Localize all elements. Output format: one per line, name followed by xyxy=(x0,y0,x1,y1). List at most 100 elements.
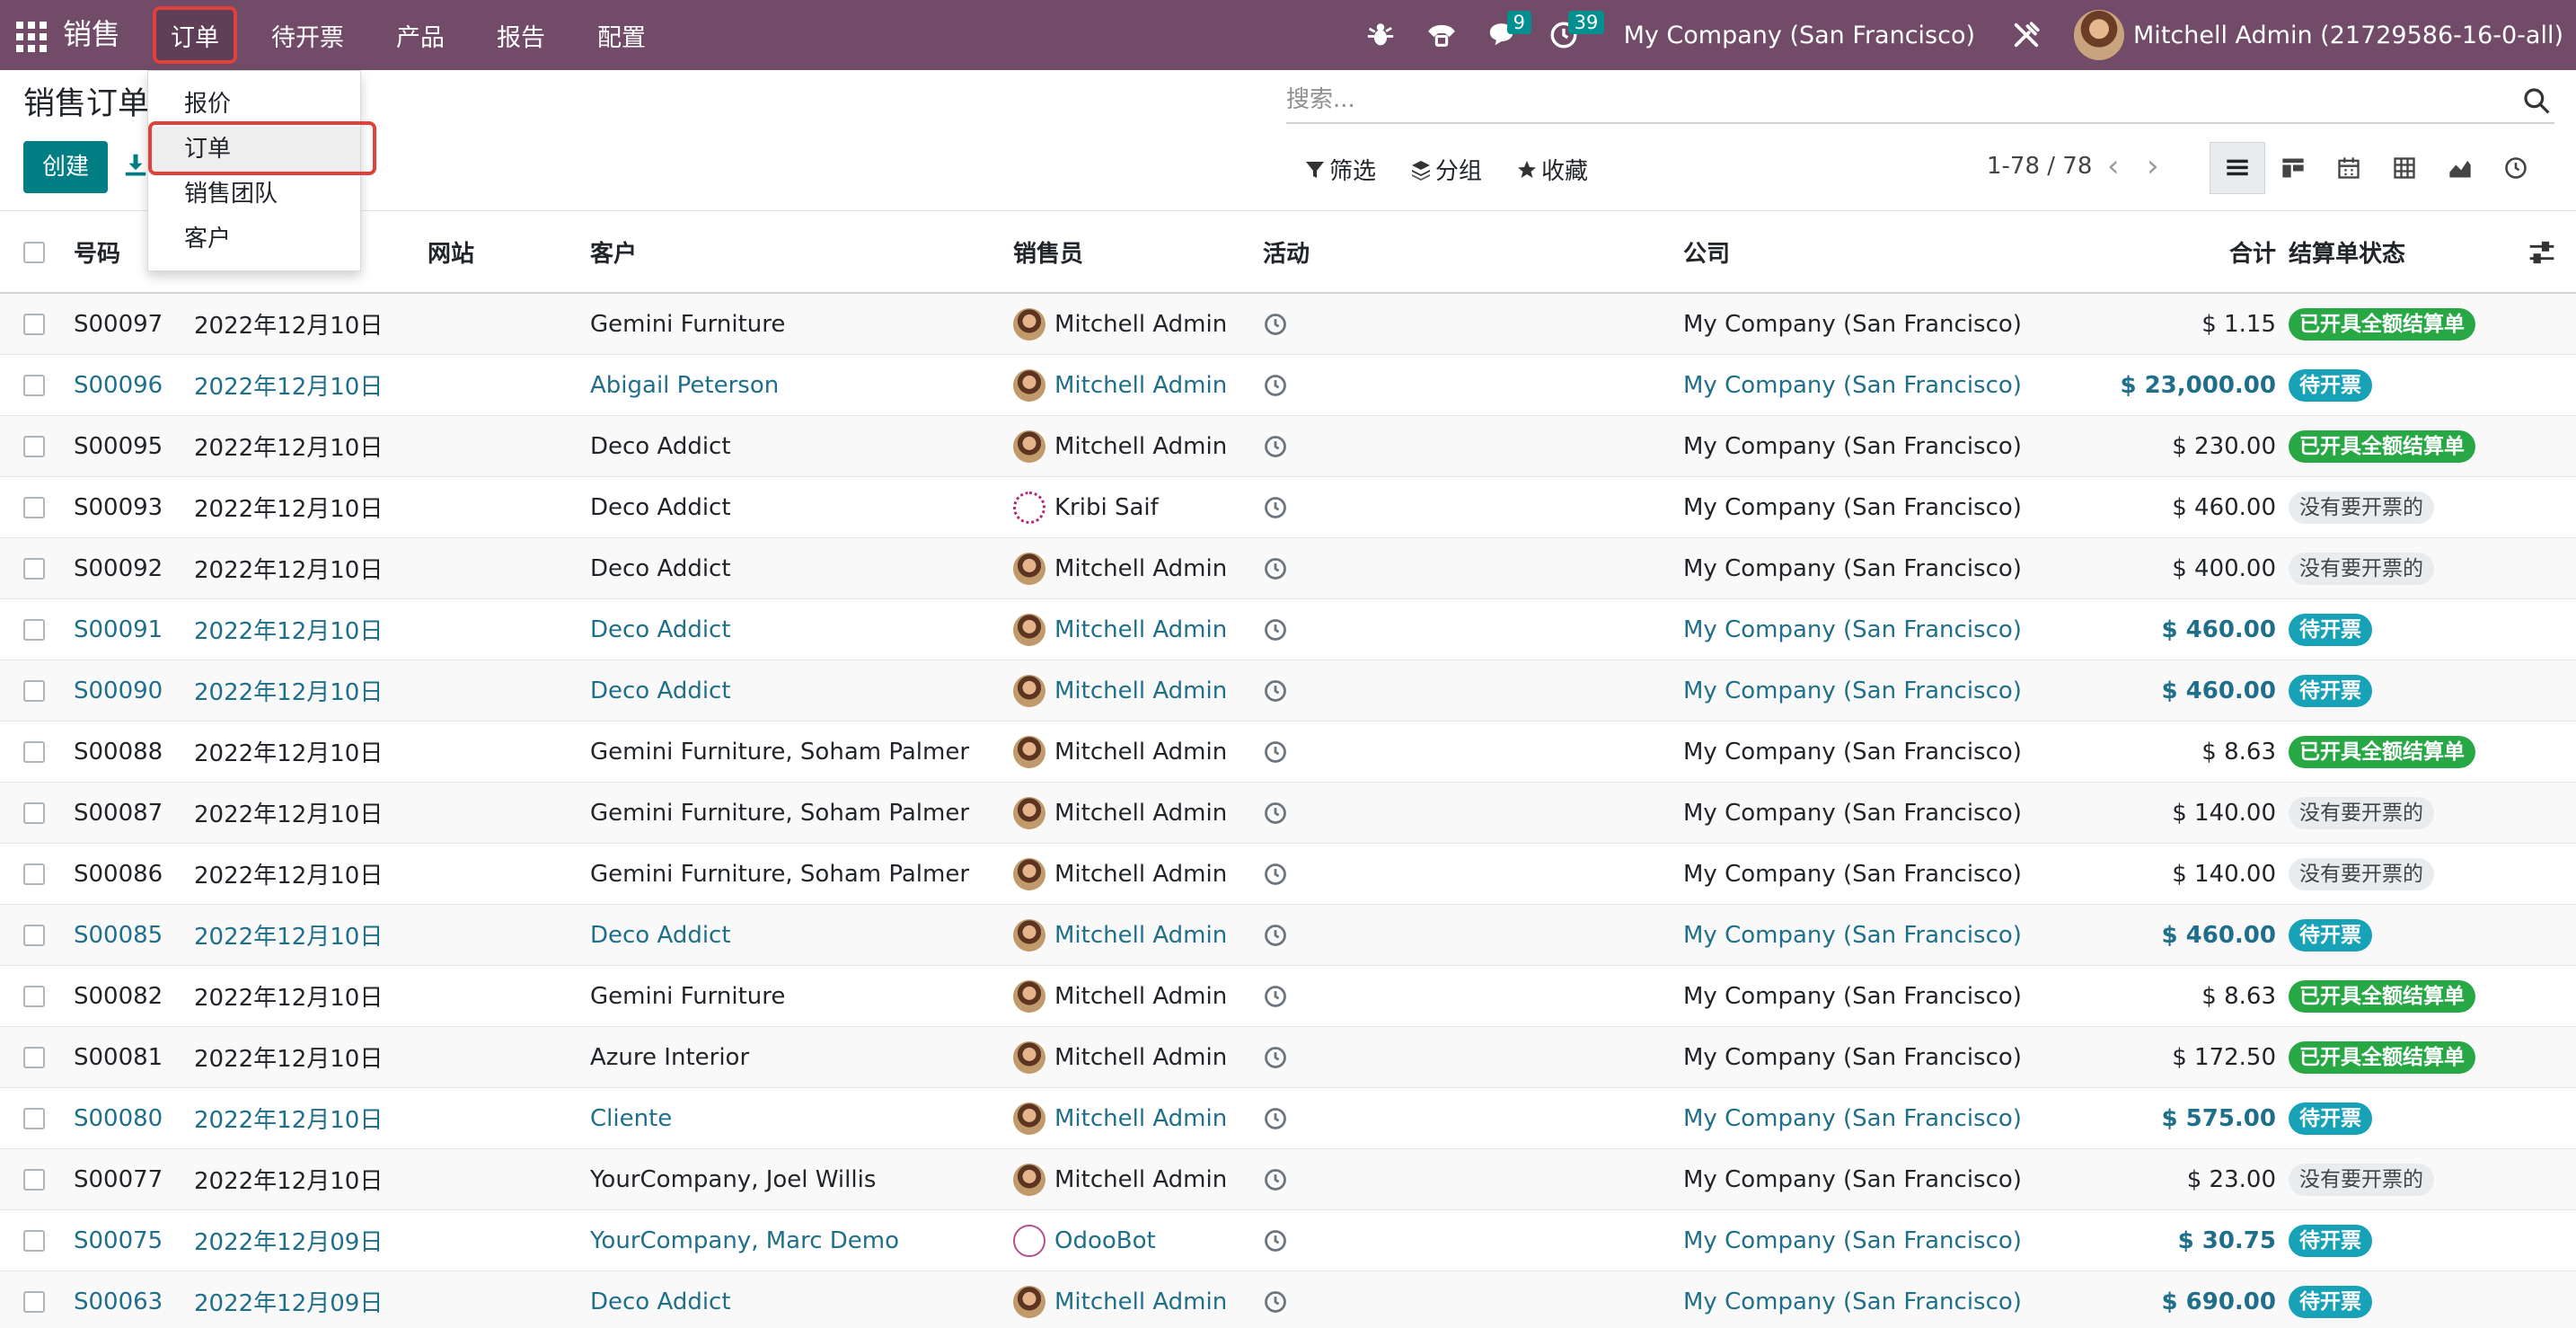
table-row[interactable]: S00096 2022年12月10日 Abigail Peterson Mitchel… xyxy=(0,355,2576,416)
row-checkbox[interactable] xyxy=(23,1169,45,1191)
cell-salesperson: Mitchell Admin xyxy=(1013,722,1227,782)
column-header-activity[interactable]: 活动 xyxy=(1263,211,1310,292)
table-row[interactable]: S00091 2022年12月10日 Deco Addict Mitchell Adm… xyxy=(0,599,2576,660)
column-header-total[interactable]: 合计 xyxy=(2229,211,2276,292)
row-checkbox[interactable] xyxy=(23,375,45,396)
download-icon[interactable] xyxy=(122,151,149,178)
group-by-button[interactable]: 分组 xyxy=(1410,153,1482,186)
table-row[interactable]: S00095 2022年12月10日 Deco Addict Mitchell Adm… xyxy=(0,416,2576,477)
cell-activity xyxy=(1263,1210,1288,1270)
column-header-invoice-status[interactable]: 结算单状态 xyxy=(2289,211,2405,292)
row-checkbox[interactable] xyxy=(23,1047,45,1068)
pager-next-icon[interactable]: › xyxy=(2147,151,2159,181)
graph-view-button[interactable] xyxy=(2432,142,2488,194)
debug-bug-icon[interactable] xyxy=(1360,14,1401,56)
table-row[interactable]: S00082 2022年12月10日 Gemini Furniture Mitchel… xyxy=(0,966,2576,1027)
row-checkbox[interactable] xyxy=(23,558,45,580)
activity-clock-icon[interactable] xyxy=(1263,556,1288,581)
row-checkbox[interactable] xyxy=(23,680,45,702)
row-checkbox[interactable] xyxy=(23,741,45,763)
activity-clock-icon[interactable] xyxy=(1263,373,1288,398)
activity-clock-icon[interactable] xyxy=(1263,801,1288,826)
row-checkbox[interactable] xyxy=(23,986,45,1007)
table-row[interactable]: S00075 2022年12月09日 YourCompany, Marc Demo O… xyxy=(0,1210,2576,1271)
row-checkbox[interactable] xyxy=(23,497,45,518)
row-checkbox[interactable] xyxy=(23,863,45,885)
messages-count-badge: 9 xyxy=(1506,11,1531,34)
row-checkbox[interactable] xyxy=(23,436,45,457)
menu-orders[interactable]: 订单 xyxy=(153,6,237,64)
dropdown-item-orders[interactable]: 订单 xyxy=(148,121,376,175)
activity-clock-icon[interactable] xyxy=(1263,434,1288,459)
apps-grid-icon[interactable] xyxy=(14,20,47,52)
favorites-button[interactable]: 收藏 xyxy=(1516,153,1588,186)
pager-previous-icon[interactable]: ‹ xyxy=(2107,151,2120,181)
create-button[interactable]: 创建 xyxy=(23,141,108,193)
table-row[interactable]: S00092 2022年12月10日 Deco Addict Mitchell Adm… xyxy=(0,538,2576,599)
search-icon[interactable] xyxy=(2522,86,2551,115)
menu-to-invoice[interactable]: 待开票 xyxy=(253,6,362,64)
activity-clock-icon[interactable] xyxy=(1263,1167,1288,1192)
row-checkbox[interactable] xyxy=(23,802,45,824)
activity-clock-icon[interactable] xyxy=(1263,1106,1288,1131)
tools-icon[interactable] xyxy=(2006,14,2047,56)
table-row[interactable]: S00086 2022年12月10日 Gemini Furniture, Soham… xyxy=(0,844,2576,905)
phone-icon[interactable] xyxy=(1421,14,1462,56)
activity-view-button[interactable] xyxy=(2488,142,2544,194)
column-header-customer[interactable]: 客户 xyxy=(590,211,637,292)
row-checkbox[interactable] xyxy=(23,1291,45,1313)
column-header-salesperson[interactable]: 销售员 xyxy=(1013,211,1083,292)
row-checkbox[interactable] xyxy=(23,619,45,641)
user-menu[interactable]: Mitchell Admin (21729586-16-0-all) xyxy=(2074,10,2563,60)
dropdown-item-customers[interactable]: 客户 xyxy=(148,217,360,261)
menu-configuration[interactable]: 配置 xyxy=(579,6,664,64)
menu-products[interactable]: 产品 xyxy=(378,6,463,64)
optional-columns-sliders-icon[interactable] xyxy=(2527,238,2556,267)
activity-clock-icon[interactable] xyxy=(1263,312,1288,337)
table-row[interactable]: S00081 2022年12月10日 Azure Interior Mitchell … xyxy=(0,1027,2576,1088)
activity-clock-icon[interactable] xyxy=(1263,678,1288,704)
list-view-button[interactable] xyxy=(2210,142,2265,194)
activity-clock-icon[interactable] xyxy=(1263,495,1288,520)
row-checkbox[interactable] xyxy=(23,925,45,946)
activities-clock-icon[interactable]: 39 xyxy=(1543,11,1605,56)
select-all-checkbox[interactable] xyxy=(23,242,45,263)
table-row[interactable]: S00088 2022年12月10日 Gemini Furniture, Soham… xyxy=(0,722,2576,783)
filter-button[interactable]: 筛选 xyxy=(1304,153,1376,186)
table-row[interactable]: S00097 2022年12月10日 Gemini Furniture Mitchel… xyxy=(0,294,2576,355)
table-row[interactable]: S00087 2022年12月10日 Gemini Furniture, Soham… xyxy=(0,783,2576,844)
column-header-company[interactable]: 公司 xyxy=(1683,211,1730,292)
column-header-website[interactable]: 网站 xyxy=(428,211,474,292)
row-checkbox[interactable] xyxy=(23,314,45,335)
dropdown-item-sales-teams[interactable]: 销售团队 xyxy=(148,172,360,217)
pivot-view-button[interactable] xyxy=(2377,142,2432,194)
cell-company: My Company (San Francisco) xyxy=(1683,1226,2022,1254)
messages-chat-icon[interactable]: 9 xyxy=(1482,11,1531,56)
pager-value[interactable]: 1-78 / 78 xyxy=(1987,153,2092,180)
table-row[interactable]: S00090 2022年12月10日 Deco Addict Mitchell Adm… xyxy=(0,660,2576,722)
column-header-number[interactable]: 号码 xyxy=(74,211,120,292)
kanban-view-button[interactable] xyxy=(2265,142,2321,194)
table-row[interactable]: S00077 2022年12月10日 YourCompany, Joel Willi… xyxy=(0,1149,2576,1210)
app-brand[interactable]: 销售 xyxy=(63,14,120,54)
calendar-view-button[interactable] xyxy=(2321,142,2377,194)
cell-customer: Deco Addict xyxy=(590,615,731,643)
dropdown-item-quotations[interactable]: 报价 xyxy=(148,82,360,127)
row-checkbox[interactable] xyxy=(23,1108,45,1129)
activity-clock-icon[interactable] xyxy=(1263,739,1288,765)
activity-clock-icon[interactable] xyxy=(1263,984,1288,1009)
row-checkbox[interactable] xyxy=(23,1230,45,1252)
table-row[interactable]: S00085 2022年12月10日 Deco Addict Mitchell Adm… xyxy=(0,905,2576,966)
activity-clock-icon[interactable] xyxy=(1263,1289,1288,1315)
activity-clock-icon[interactable] xyxy=(1263,923,1288,948)
menu-reporting[interactable]: 报告 xyxy=(479,6,563,64)
table-row[interactable]: S00063 2022年12月09日 Deco Addict Mitchell Adm… xyxy=(0,1271,2576,1328)
table-row[interactable]: S00093 2022年12月10日 Deco Addict Kribi Saif My… xyxy=(0,477,2576,538)
activity-clock-icon[interactable] xyxy=(1263,862,1288,887)
search-input[interactable] xyxy=(1286,79,2490,120)
table-row[interactable]: S00080 2022年12月10日 Cliente Mitchell Admin My… xyxy=(0,1088,2576,1149)
activity-clock-icon[interactable] xyxy=(1263,617,1288,642)
activity-clock-icon[interactable] xyxy=(1263,1228,1288,1253)
activity-clock-icon[interactable] xyxy=(1263,1045,1288,1070)
company-switcher[interactable]: My Company (San Francisco) xyxy=(1624,22,1975,49)
